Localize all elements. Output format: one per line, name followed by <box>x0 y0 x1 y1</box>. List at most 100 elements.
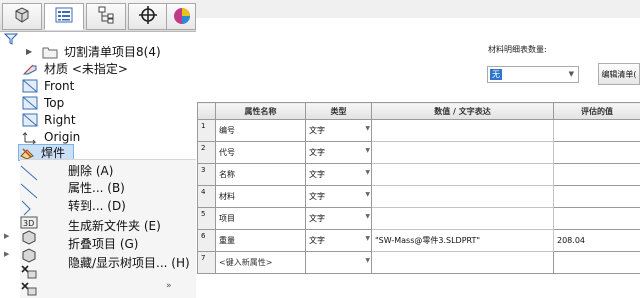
display-manager-icon <box>171 5 191 28</box>
value-expression-input[interactable] <box>371 163 554 186</box>
value-expression-input[interactable]: "SW-Mass@零件3.SLDPRT" <box>371 229 554 252</box>
value-expression-input[interactable] <box>371 251 554 274</box>
plane-icon <box>22 113 38 127</box>
property-name-cell[interactable]: 编号 <box>215 119 306 142</box>
plane-icon <box>22 96 38 110</box>
type-dropdown[interactable]: 文字 ▼ <box>305 141 372 164</box>
more-items-chevron-icon[interactable]: » <box>166 281 172 291</box>
type-dropdown[interactable]: 文字 ▼ <box>305 229 372 252</box>
type-value: 文字 <box>309 126 325 135</box>
bom-quantity-value: 无 <box>490 69 502 80</box>
menu-item-new-folder[interactable]: 生成新文件夹 (E) <box>68 216 161 234</box>
svg-text:3D: 3D <box>23 219 34 228</box>
expand-arrow-icon[interactable]: ▶ <box>4 250 9 258</box>
chevron-down-icon: ▼ <box>365 191 370 198</box>
value-expression-input[interactable] <box>371 207 554 230</box>
value-expression-input[interactable] <box>371 141 554 164</box>
property-name-cell[interactable]: 项目 <box>215 207 306 230</box>
property-manager-icon <box>54 5 74 28</box>
evaluated-value-cell <box>553 185 640 208</box>
menu-item-properties[interactable]: 属性... (B) <box>68 178 125 196</box>
row-number: 1 <box>197 119 216 142</box>
tab-display-manager[interactable] <box>166 3 196 30</box>
menu-item-label: 生成新文件夹 (E) <box>68 218 161 233</box>
tree-item-origin[interactable]: Origin <box>22 128 80 145</box>
chevron-down-icon: ▼ <box>365 169 370 176</box>
property-name-cell[interactable]: 名称 <box>215 163 306 186</box>
tree-item-label: Top <box>44 95 65 110</box>
row-number: 7 <box>197 251 216 274</box>
menu-item-delete[interactable]: 删除 (A) <box>68 161 113 179</box>
panel-top-strip <box>196 0 640 18</box>
manager-tab-bar <box>0 0 196 32</box>
expand-arrow-icon[interactable]: ▶ <box>4 232 9 240</box>
property-name-cell[interactable]: 代号 <box>215 141 306 164</box>
value-expression-input[interactable] <box>371 119 554 142</box>
type-dropdown[interactable]: ▼ <box>305 251 372 274</box>
tab-configuration-manager[interactable] <box>86 3 126 30</box>
filter-icon[interactable] <box>3 32 19 46</box>
edit-list-button[interactable]: 编辑清单( <box>598 63 640 85</box>
plane-icon <box>20 165 38 181</box>
row-number: 3 <box>197 163 216 186</box>
tree-item-label: Front <box>44 78 75 93</box>
menu-item-goto[interactable]: 转到... (D) <box>68 196 126 214</box>
evaluated-value-cell <box>553 251 640 274</box>
type-dropdown[interactable]: 文字 ▼ <box>305 185 372 208</box>
expand-arrow-icon[interactable]: ▶ <box>26 47 36 56</box>
menu-item-collapse[interactable]: 折叠项目 (G) <box>68 234 138 252</box>
tab-feature-manager[interactable] <box>2 3 42 30</box>
structural-member-icon <box>20 229 38 245</box>
property-name-cell[interactable]: 材料 <box>215 185 306 208</box>
row-number: 6 <box>197 229 216 252</box>
table-row: 5 项目 文字 ▼ <box>197 207 640 230</box>
column-header-property-name[interactable]: 属性名称 <box>215 102 306 120</box>
evaluated-value-cell <box>553 119 640 142</box>
chevron-down-icon: ▼ <box>365 213 370 220</box>
type-value: 文字 <box>309 236 325 245</box>
row-number: 5 <box>197 207 216 230</box>
type-dropdown[interactable]: 文字 ▼ <box>305 119 372 142</box>
row-number-header <box>197 102 216 120</box>
tab-property-manager[interactable] <box>44 3 84 30</box>
type-dropdown[interactable]: 文字 ▼ <box>305 163 372 186</box>
evaluated-value-cell: 208.04 <box>553 229 640 252</box>
menu-item-label: 转到... (D) <box>68 198 126 213</box>
menu-item-hide-show-tree[interactable]: 隐藏/显示树项目... (H) <box>68 253 190 271</box>
trim-extend-icon <box>20 281 38 297</box>
evaluated-value-cell <box>553 163 640 186</box>
table-row: 7 <键入新属性> ▼ <box>197 251 640 274</box>
tree-item-top-plane[interactable]: Top <box>22 94 64 111</box>
structural-member-icon <box>20 247 38 263</box>
type-value: 文字 <box>309 170 325 179</box>
grid-header-row: 属性名称 类型 数值 / 文字表达 评估的值 <box>197 102 640 120</box>
trim-extend-icon <box>20 264 38 280</box>
tree-item-label: 切割清单项目8(4) <box>64 45 161 59</box>
type-dropdown[interactable]: 文字 ▼ <box>305 207 372 230</box>
dimxpert-icon <box>138 5 158 28</box>
menu-item-label: 隐藏/显示树项目... (H) <box>68 255 190 270</box>
type-value: 文字 <box>309 148 325 157</box>
tree-item-cutlist[interactable]: ▶ 切割清单项目8(4) <box>26 43 161 60</box>
bom-quantity-label: 材料明细表数量: <box>488 45 547 54</box>
evaluated-value-cell <box>553 207 640 230</box>
chevron-down-icon: ▼ <box>365 147 370 154</box>
value-expression-input[interactable] <box>371 185 554 208</box>
feature-manager-icon <box>12 5 32 28</box>
material-icon <box>22 62 38 76</box>
tab-dimxpert-manager[interactable] <box>128 3 168 30</box>
menu-item-label: 属性... (B) <box>68 180 125 195</box>
tree-item-front-plane[interactable]: Front <box>22 77 74 94</box>
feature-manager-panel: ▶ 切割清单项目8(4) 材质 <未指定> Front Top Right Or… <box>0 0 196 298</box>
chevron-down-icon: ▼ <box>568 70 574 78</box>
chevron-down-icon: ▼ <box>365 257 370 264</box>
bom-quantity-select[interactable]: 无 ▼ <box>487 66 579 83</box>
column-header-type[interactable]: 类型 <box>305 102 372 120</box>
tree-item-material[interactable]: 材质 <未指定> <box>22 60 128 77</box>
chevron-down-icon: ▼ <box>365 125 370 132</box>
tree-item-right-plane[interactable]: Right <box>22 111 76 128</box>
column-header-evaluated-value[interactable]: 评估的值 <box>553 102 640 120</box>
property-name-cell[interactable]: 重量 <box>215 229 306 252</box>
new-property-input[interactable]: <键入新属性> <box>215 251 306 274</box>
column-header-value-expression[interactable]: 数值 / 文字表达 <box>371 102 554 120</box>
